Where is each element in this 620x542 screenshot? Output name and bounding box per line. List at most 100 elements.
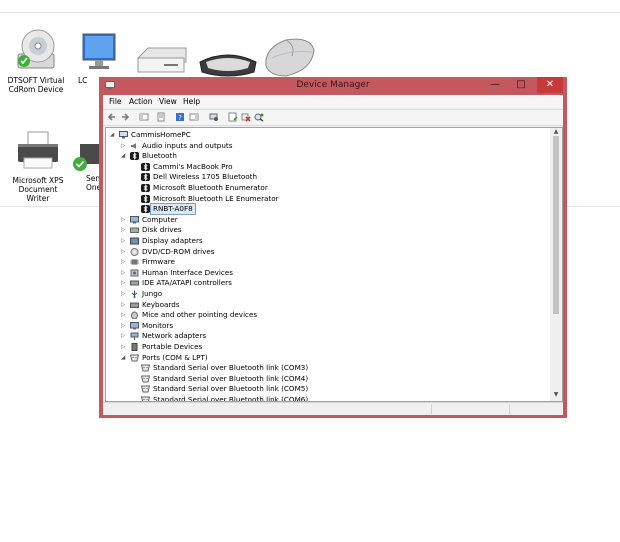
cdrom-icon [17,29,55,69]
forward-arrow-icon[interactable] [120,112,130,122]
hid-icon [130,269,139,277]
tree-item-label: Jungo [142,289,163,298]
expand-arrow-icon[interactable]: ▷ [121,257,129,267]
device-manager-window[interactable]: Device Manager — □ ✕ File Action View He… [99,77,567,418]
window-client-area: File Action View Help ? ◢ CammisHomePC ▷ Au… [103,95,563,415]
title-bar[interactable]: Device Manager — □ ✕ [99,77,567,95]
monitor-icon [130,215,139,224]
close-button[interactable]: ✕ [537,77,563,93]
update-driver-icon[interactable] [228,112,238,122]
tree-item-label: Keyboards [142,299,180,309]
tree-item-label: CammisHomePC [131,130,191,139]
expand-arrow-icon[interactable]: ▷ [121,300,129,310]
bluetooth-icon [141,184,150,192]
tree-item-label: DVD/CD-ROM drives [142,246,215,256]
monitor-icon [82,33,116,69]
collapse-arrow-icon[interactable]: ◢ [121,353,129,363]
tree-item-label: Disk drives [142,225,182,235]
tree-item-label: Network adapters [142,331,207,341]
tree-item-label: Standard Serial over Bluetooth link (COM… [153,384,309,394]
expand-arrow-icon[interactable]: ▷ [121,236,129,246]
mouse-icon [265,38,315,77]
tree-item-label: RNBT-A0F8 [150,203,196,216]
expand-arrow-icon[interactable]: ▷ [121,247,129,257]
bluetooth-icon [141,194,150,203]
expand-arrow-icon[interactable]: ▷ [121,289,129,299]
disk-icon [130,227,139,234]
tree-item-label: Standard Serial over Bluetooth link (COM… [153,395,309,402]
expand-arrow-icon[interactable]: ▷ [121,215,129,225]
expand-arrow-icon[interactable]: ▷ [121,310,129,320]
printer-icon [73,144,100,171]
scroll-down-arrow-icon[interactable]: ▼ [552,391,560,398]
svg-text:?: ? [178,114,182,122]
device-keyboard[interactable] [198,50,258,80]
port-icon [141,385,150,393]
device-mouse[interactable] [262,36,318,80]
network-icon [130,332,139,341]
bluetooth-icon [130,152,139,161]
device-label: DTSOFT Virtual CdRom Device [7,76,65,94]
menu-file[interactable]: File [109,97,122,106]
status-divider [509,404,510,414]
tree-item-label: Human Interface Devices [142,267,233,277]
usb-icon [131,290,138,298]
scrollbar-thumb[interactable] [553,136,559,314]
tree-item-label: Ports (COM & LPT) [142,352,208,362]
collapse-arrow-icon[interactable]: ◢ [121,151,129,161]
tree-item-label: Microsoft Bluetooth LE Enumerator [153,193,279,203]
keyboard-icon [130,302,139,308]
status-divider [431,404,432,414]
vertical-scrollbar[interactable]: ▲ ▼ [550,128,562,401]
computer-icon [119,131,128,139]
tree-item-label: Dell Wireless 1705 Bluetooth [153,172,258,182]
tree-item-label: IDE ATA/ATAPI controllers [142,278,232,288]
printer-icon [18,131,58,169]
device-drive[interactable] [134,44,190,78]
chip-icon [130,259,139,265]
scroll-up-arrow-icon[interactable]: ▲ [552,128,560,135]
show-hide-console-icon[interactable] [139,112,149,122]
menu-action[interactable]: Action [129,97,153,106]
device-send-to-onenote[interactable]: Sen OneN [72,138,107,192]
menu-bar: File Action View Help [103,95,563,108]
port-icon [141,375,150,383]
tree-item-label: Firmware [142,257,175,267]
dvd-icon [130,247,139,256]
expand-arrow-icon[interactable]: ▷ [121,278,129,288]
device-dtsoft-cdrom[interactable]: DTSOFT Virtual CdRom Device [6,28,66,94]
scan-changes-icon[interactable] [254,112,264,122]
menu-help[interactable]: Help [183,97,200,106]
scan-hardware-icon[interactable] [209,112,219,122]
menu-view[interactable]: View [159,97,177,106]
expand-arrow-icon[interactable]: ▷ [121,321,129,331]
tree-item-label: Microsoft Bluetooth Enumerator [153,183,268,192]
background-divider [0,12,620,13]
maximize-button[interactable]: □ [509,77,533,93]
expand-arrow-icon[interactable]: ▷ [121,331,129,341]
tree-item-label: Bluetooth [142,151,177,161]
expand-arrow-icon[interactable]: ▷ [121,141,129,151]
mouse-icon [131,311,138,320]
minimize-button[interactable]: — [483,77,507,93]
device-tree[interactable]: ◢ CammisHomePC ▷ Audio inputs and outputs ◢ B… [105,127,563,402]
tree-item-label: Display adapters [142,236,203,245]
tree-item-label: Audio inputs and outputs [142,140,233,150]
properties-icon[interactable] [156,112,166,122]
expand-arrow-icon[interactable]: ▷ [121,268,129,278]
keyboard-icon [199,54,257,77]
tree-item-label: Monitors [142,320,174,330]
uninstall-device-icon[interactable] [241,112,251,122]
bluetooth-icon [141,162,150,171]
help-icon[interactable]: ? [175,112,185,122]
expand-arrow-icon[interactable]: ▷ [121,225,129,235]
device-xps-writer[interactable]: Microsoft XPS Document Writer [6,130,70,203]
action-pane-icon[interactable] [189,112,199,122]
port-icon [141,364,150,372]
monitor-icon [130,321,139,330]
back-arrow-icon[interactable] [107,112,117,122]
display-icon [130,237,139,245]
collapse-arrow-icon[interactable]: ◢ [110,130,118,140]
expand-arrow-icon[interactable]: ▷ [121,342,129,352]
toolbar: ? [103,109,563,126]
